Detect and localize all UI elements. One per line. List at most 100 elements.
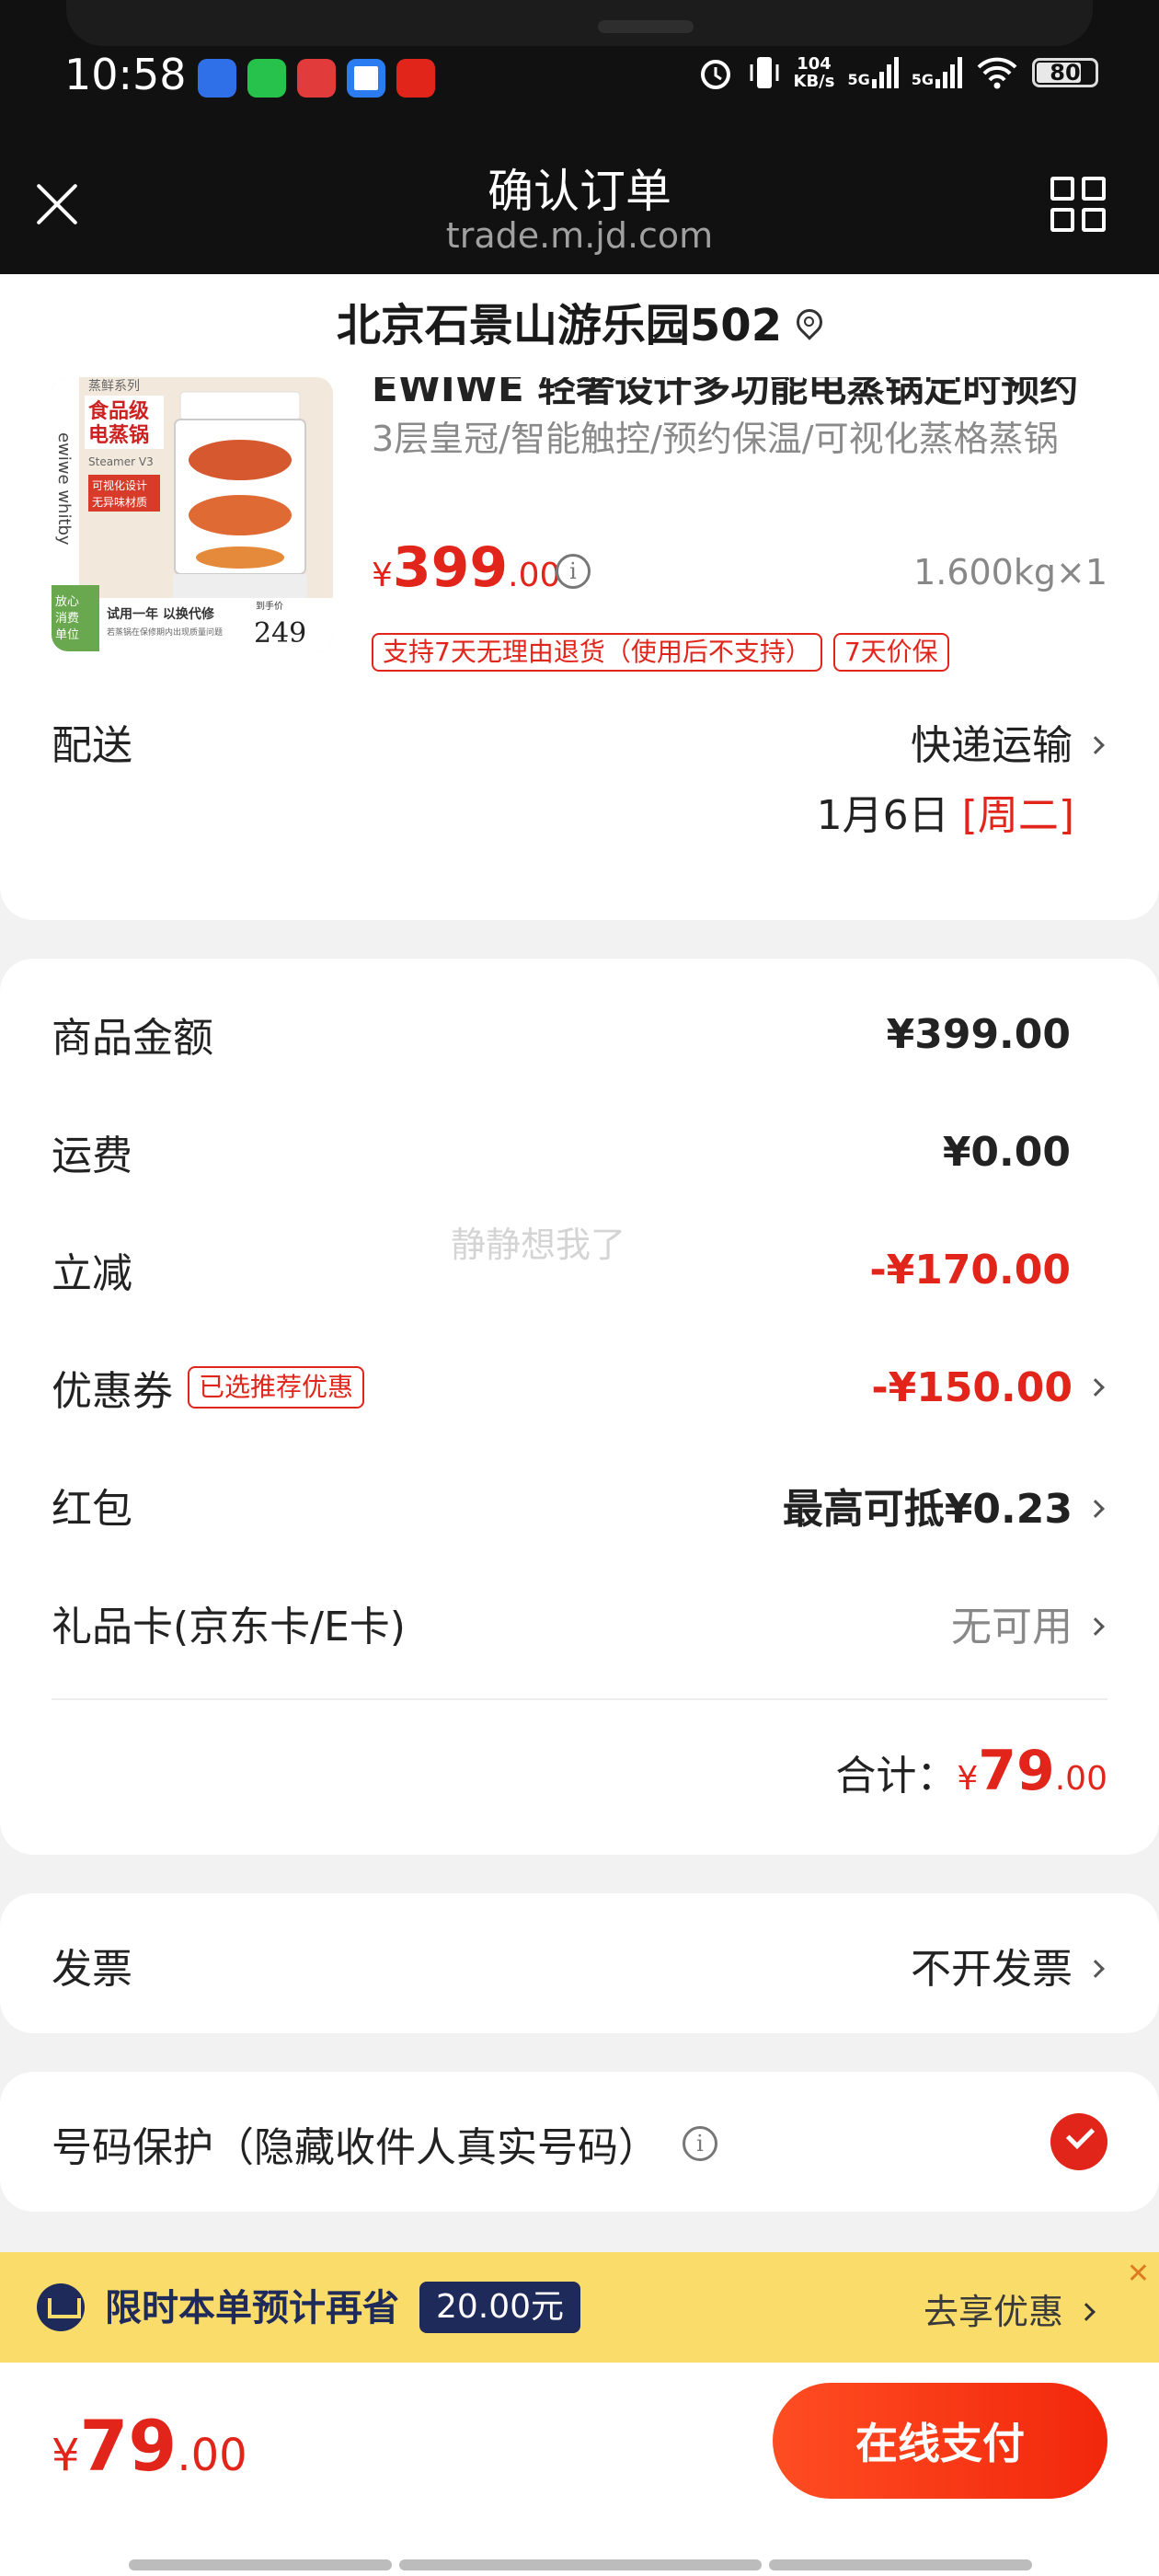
chevron-right-icon (1086, 1377, 1105, 1397)
price-symbol: ¥ (372, 557, 393, 594)
product-image: ewiwe whitby 蒸鲜系列 食品级 电蒸锅 Steamer V3 可视化… (52, 377, 333, 651)
total-symbol: ¥ (957, 1760, 979, 1798)
invoice-card[interactable]: 发票 不开发票 (0, 1893, 1159, 2033)
signal-2: 5G (912, 57, 962, 88)
net-speed-value: 104 (797, 54, 832, 74)
shipping-value: ¥0.00 (942, 1128, 1071, 1176)
thumb-sub-2: 无异味材质 (92, 496, 147, 509)
divider (52, 1698, 1107, 1700)
promo-amount: 20.00元 (419, 2282, 581, 2333)
thumb-trial-sub: 若蒸锅在保修期内出现质量问题 (107, 627, 223, 638)
invoice-row[interactable]: 发票 不开发票 (52, 1936, 1107, 1995)
checkout-symbol: ¥ (52, 2430, 80, 2481)
delivery-label: 配送 (52, 722, 132, 769)
redpacket-row[interactable]: 红包 最高可抵¥0.23 (52, 1468, 1107, 1542)
checkout-decimal: .00 (177, 2430, 247, 2481)
redpacket-label: 红包 (52, 1486, 132, 1533)
chevron-right-icon (1086, 1960, 1105, 1978)
page-url: trade.m.jd.com (445, 215, 714, 256)
total-integer: 79 (978, 1739, 1055, 1803)
top-bar: 10:58 104 KB/s 5G 5G 80 确认订单 trade.m.jd.c… (0, 0, 1159, 274)
total-label: 合计： (835, 1753, 958, 1800)
thumb-series: 蒸鲜系列 (88, 379, 140, 394)
thumb-badge-1: 放心 (55, 595, 79, 609)
checkout-bar: ¥79.00 在线支付 (0, 2363, 1159, 2576)
chevron-right-icon (1086, 1617, 1105, 1636)
promo-link[interactable]: 去享优惠 (924, 2283, 1098, 2334)
chevron-right-icon (1086, 1500, 1105, 1518)
delivery-method: 快递运输 (911, 722, 1073, 769)
price-integer: 399 (392, 535, 509, 600)
product-thumbnail[interactable]: ewiwe whitby 蒸鲜系列 食品级 电蒸锅 Steamer V3 可视化… (52, 377, 333, 651)
shipping-row: 运费 ¥0.00 (52, 1115, 1107, 1189)
thumb-trial: 试用一年 以换代修 (107, 606, 215, 622)
thumb-price-label: 到手价 (256, 600, 283, 612)
total-decimal: .00 (1054, 1760, 1107, 1798)
giftcard-row[interactable]: 礼品卡(京东卡/E卡) 无可用 (52, 1586, 1107, 1660)
battery-level: 80 (1050, 60, 1081, 86)
invoice-label: 发票 (52, 1946, 132, 1993)
wechat-icon (247, 59, 286, 98)
product-title: EWIWE 轻奢设计多功能电蒸锅定时预约 (372, 377, 1079, 410)
nav-gesture-bar (399, 2559, 762, 2570)
product-price: ¥399.00 (372, 535, 560, 600)
notch (66, 0, 1093, 46)
address-bar[interactable]: 北京石景山游乐园502 (0, 274, 1159, 377)
discount-value: -¥170.00 (869, 1246, 1071, 1294)
address-text: 北京石景山游乐园502 (336, 300, 783, 351)
signal-1: 5G (847, 57, 899, 88)
crown-icon (37, 2283, 85, 2331)
product-weight-qty: 1.600kg×1 (913, 552, 1107, 592)
coupon-row[interactable]: 优惠券 已选推荐优惠 -¥150.00 (52, 1351, 1107, 1424)
battery-icon: 80 (1032, 58, 1098, 87)
more-menu-button[interactable] (1050, 177, 1106, 232)
location-pin-icon (795, 307, 822, 344)
status-time: 10:58 (64, 50, 187, 99)
thumb-model: Steamer V3 (88, 455, 154, 468)
app-notification-icon (297, 59, 336, 98)
invoice-value: 不开发票 (911, 1946, 1073, 1993)
signal-2-label: 5G (911, 71, 934, 88)
goods-amount-row: 商品金额 ¥399.00 (52, 997, 1107, 1071)
price-decimal: .00 (508, 557, 561, 594)
thumb-brand: ewiwe whitby (54, 432, 74, 546)
delivery-weekday: [周二] (961, 792, 1074, 839)
delivery-date[interactable]: 1月6日 [周二] (817, 782, 1074, 841)
nav-gesture-bar (769, 2559, 1032, 2570)
thumb-price: 249 (254, 617, 306, 650)
thumb-badge-3: 单位 (55, 628, 79, 642)
system-indicators: 104 KB/s 5G 5G 80 (696, 53, 1098, 92)
app-notification-icon (198, 59, 236, 98)
nav-gesture-bar (129, 2559, 392, 2570)
thumb-badge-2: 消费 (55, 612, 79, 626)
price-info-icon[interactable]: i (556, 554, 591, 589)
price-protect-tag: 7天价保 (832, 633, 949, 672)
redpacket-value: 最高可抵¥0.23 (782, 1486, 1073, 1533)
checkout-integer: 79 (79, 2405, 178, 2487)
vibrate-icon (750, 57, 778, 88)
pay-online-button[interactable]: 在线支付 (773, 2383, 1107, 2499)
thumb-sub-1: 可视化设计 (92, 478, 147, 492)
net-speed-unit: KB/s (793, 72, 835, 91)
alarm-icon (700, 60, 730, 89)
giftcard-label: 礼品卡(京东卡/E卡) (52, 1604, 406, 1650)
delivery-row[interactable]: 配送 快递运输 (52, 712, 1107, 771)
privacy-checkbox[interactable] (1050, 2113, 1107, 2170)
notification-icons (198, 59, 435, 98)
coupon-tag: 已选推荐优惠 (188, 1366, 365, 1409)
goods-amount-value: ¥399.00 (886, 1010, 1071, 1058)
close-icon[interactable]: ✕ (1127, 2258, 1150, 2290)
privacy-info-icon[interactable]: i (683, 2126, 717, 2161)
giftcard-value: 无可用 (951, 1604, 1073, 1650)
chevron-right-icon (1086, 736, 1105, 754)
net-speed: 104 KB/s (794, 55, 835, 90)
product-card: ewiwe whitby 蒸鲜系列 食品级 电蒸锅 Steamer V3 可视化… (0, 377, 1159, 920)
order-total: 合计：¥79.00 (835, 1739, 1107, 1803)
delivery-date-text: 1月6日 (816, 792, 949, 839)
coupon-value: -¥150.00 (871, 1363, 1073, 1411)
discount-label: 立减 (52, 1250, 132, 1297)
promo-banner[interactable]: 限时本单预计再省 20.00元 去享优惠 ✕ (0, 2252, 1159, 2363)
return-policy-tag: 支持7天无理由退货（使用后不支持） (372, 633, 822, 672)
thumb-headline-1: 食品级 (88, 399, 149, 423)
jd-icon (396, 59, 435, 98)
